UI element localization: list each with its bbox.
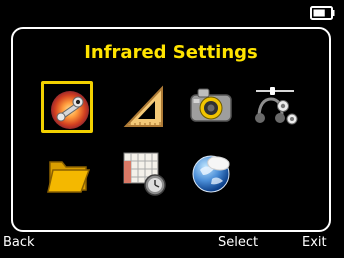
infrared-settings-icon (51, 91, 89, 129)
menu-item-infrared-settings[interactable] (41, 81, 93, 133)
battery-icon (310, 6, 335, 20)
menu-item-calendar-clock[interactable] (117, 147, 169, 199)
menu-item-camera[interactable] (185, 81, 237, 133)
camera-icon (190, 88, 232, 122)
audio-settings-icon (255, 87, 298, 125)
menu-item-folder[interactable] (43, 147, 95, 199)
folder-icon (47, 161, 91, 193)
menu-item-audio-settings[interactable] (249, 81, 301, 133)
back-button[interactable]: Back (3, 235, 35, 251)
globe-icon (192, 155, 230, 193)
measurement-triangle-icon (123, 85, 163, 127)
menu-item-globe[interactable] (185, 147, 237, 199)
exit-button[interactable]: Exit (302, 235, 327, 251)
page-title: Infrared Settings (84, 42, 258, 63)
battery-indicator (310, 5, 335, 20)
calendar-clock-icon (123, 152, 166, 196)
select-button[interactable]: Select (218, 235, 258, 251)
settings-panel: Infrared Settings (11, 27, 331, 232)
menu-item-measurement[interactable] (117, 81, 169, 133)
